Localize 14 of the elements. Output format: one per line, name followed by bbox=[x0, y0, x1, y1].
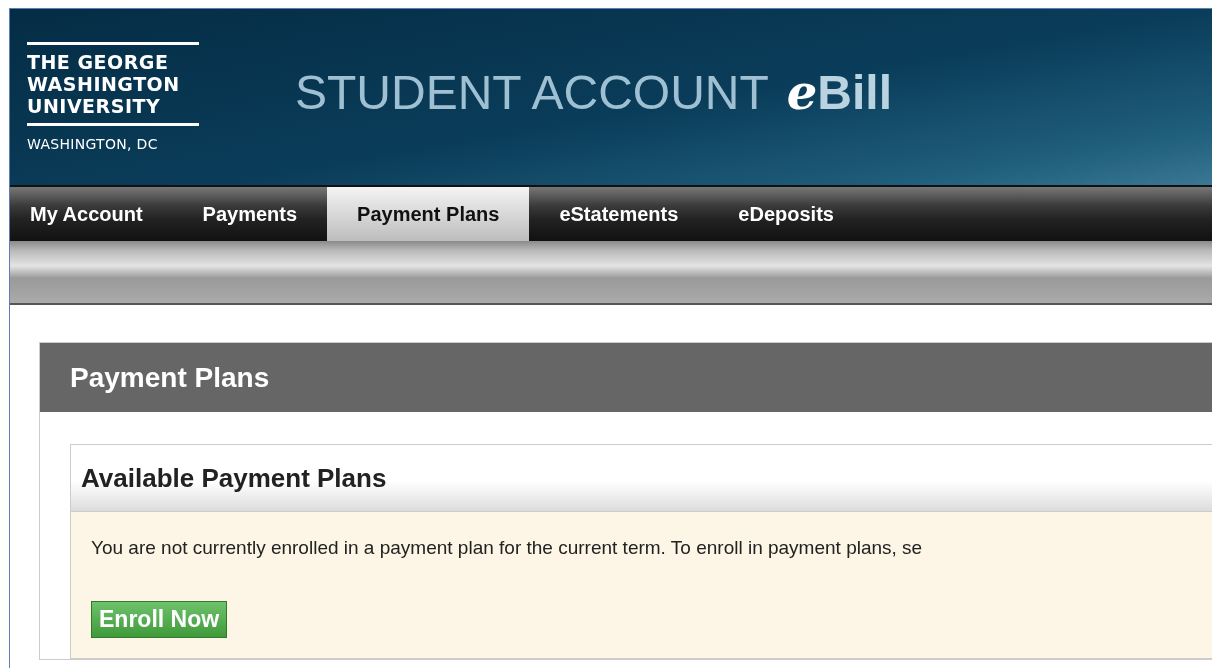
site-title: STUDENT ACCOUNT bbox=[295, 68, 769, 117]
nav-tab[interactable]: Payments bbox=[172, 187, 328, 241]
section-title: Available Payment Plans bbox=[81, 461, 387, 495]
nav-tab[interactable]: eStatements bbox=[529, 187, 709, 241]
brand-name: eBill bbox=[786, 67, 893, 117]
nav-tab[interactable]: Payment Plans bbox=[327, 187, 530, 241]
logo-text: THE GEORGE bbox=[27, 51, 170, 73]
enrollment-message: You are not currently enrolled in a payment plan for the current term. To enroll in payment plans, se bbox=[91, 536, 923, 560]
logo-text: UNIVERSITY bbox=[27, 95, 162, 117]
panel-title: Payment Plans bbox=[70, 360, 270, 395]
nav-tab[interactable]: eDeposits bbox=[708, 187, 864, 241]
nav-tab[interactable]: My Account bbox=[10, 187, 173, 241]
logo-text: WASHINGTON bbox=[27, 73, 181, 95]
logo-location: WASHINGTON, DC bbox=[27, 136, 159, 152]
